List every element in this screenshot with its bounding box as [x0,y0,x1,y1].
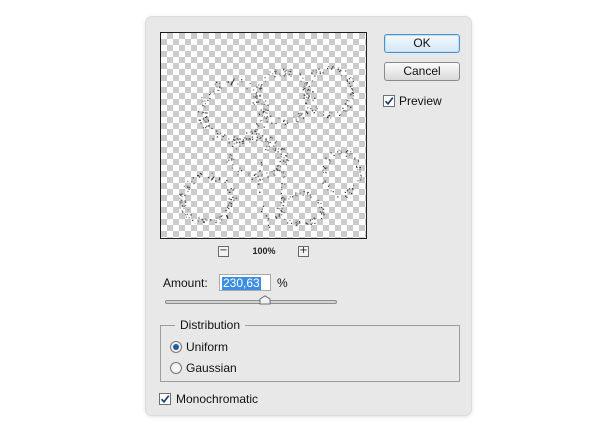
cancel-button[interactable]: Cancel [384,62,460,81]
preview-image[interactable] [160,32,367,239]
preview-checkbox[interactable] [383,95,395,107]
noise-preview-layer [178,66,362,228]
add-noise-dialog: − 100% + OK Cancel Preview Amount: 230,6… [146,17,471,415]
amount-unit: % [277,276,288,290]
check-icon [384,97,394,106]
zoom-out-button[interactable]: − [218,246,229,257]
amount-input[interactable]: 230,63 [219,274,271,291]
gaussian-label: Gaussian [186,361,237,375]
amount-slider-thumb[interactable] [259,295,271,305]
zoom-in-button[interactable]: + [298,246,309,257]
distribution-title: Distribution [175,318,246,332]
radio-selected-dot [173,344,179,350]
preview-label: Preview [399,94,442,108]
zoom-controls: − 100% + [160,245,367,261]
monochromatic-label: Monochromatic [176,392,259,406]
uniform-label: Uniform [186,340,229,354]
uniform-radio[interactable] [170,341,182,353]
check-icon [160,395,170,404]
zoom-level: 100% [252,246,276,256]
ok-button[interactable]: OK [384,34,460,53]
amount-value: 230,63 [222,276,261,290]
plus-icon: + [299,245,308,256]
amount-label: Amount: [163,276,208,290]
minus-icon: − [219,245,228,256]
amount-slider-track[interactable] [165,300,337,304]
gaussian-radio[interactable] [170,362,182,374]
monochromatic-checkbox[interactable] [159,393,171,405]
